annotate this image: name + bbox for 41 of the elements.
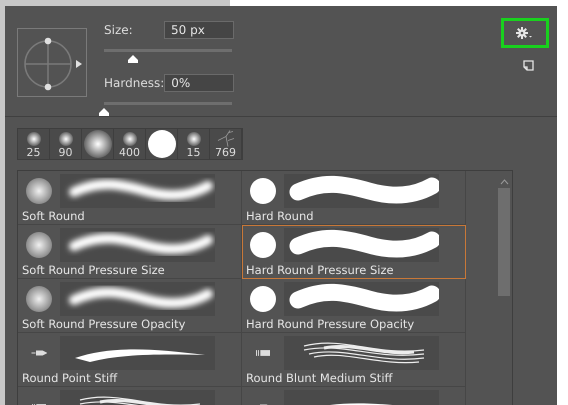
brush-preset[interactable]: 90	[50, 129, 82, 159]
brush-tip-icon	[58, 132, 72, 146]
new-preset-icon[interactable]	[522, 60, 534, 71]
brush-tip-icon	[26, 132, 40, 146]
hardness-label: Hardness:	[104, 76, 164, 90]
brush-item[interactable]: Soft Round Pressure Opacity	[18, 279, 242, 333]
size-slider-thumb[interactable]	[127, 54, 140, 64]
brush-item[interactable]: Round Blunt Medium Stiff	[242, 333, 466, 387]
brush-preset[interactable]: 400	[114, 129, 146, 159]
brush-tip-icon	[31, 350, 47, 356]
brush-tip-icon	[26, 178, 52, 204]
brush-preset[interactable]: 25	[18, 129, 50, 159]
brush-preset[interactable]: 15	[178, 129, 210, 159]
brush-preset[interactable]	[146, 129, 178, 159]
size-label: Size:	[104, 23, 134, 37]
brush-tip-icon	[256, 350, 270, 356]
settings-button[interactable]	[501, 18, 549, 48]
hardness-slider-thumb[interactable]	[98, 107, 110, 117]
brush-tip-icon	[148, 130, 176, 158]
brush-item[interactable]: Round Point Stiff	[18, 333, 242, 387]
settings-icon	[516, 27, 534, 39]
brush-preset[interactable]	[82, 129, 114, 159]
brush-item[interactable]: Hard Round	[242, 171, 466, 225]
hardness-field[interactable]: 0%	[164, 74, 234, 92]
brush-item[interactable]: Soft Round Pressure Size	[18, 225, 242, 279]
brush-tip-icon	[250, 286, 276, 312]
brush-item[interactable]: Hard Round Pressure Opacity	[242, 279, 466, 333]
brush-tip-icon	[26, 232, 52, 258]
brush-tip-icon	[250, 178, 276, 204]
scatter-brush-icon	[217, 130, 234, 147]
size-field[interactable]: 50 px	[164, 21, 234, 39]
brush-tip-icon	[122, 132, 136, 146]
brush-tip-icon	[186, 132, 200, 146]
brush-preset[interactable]: 769	[210, 129, 242, 159]
brush-item[interactable]: Hard Round Pressure Size	[242, 225, 466, 279]
brush-tip-icon	[250, 232, 276, 258]
scroll-up-icon[interactable]	[500, 179, 508, 185]
brush-tip-icon	[84, 130, 112, 158]
scrollbar-thumb[interactable]	[498, 188, 510, 296]
brush-tip-icon	[26, 286, 52, 312]
brush-item[interactable]: Soft Round	[18, 171, 242, 225]
